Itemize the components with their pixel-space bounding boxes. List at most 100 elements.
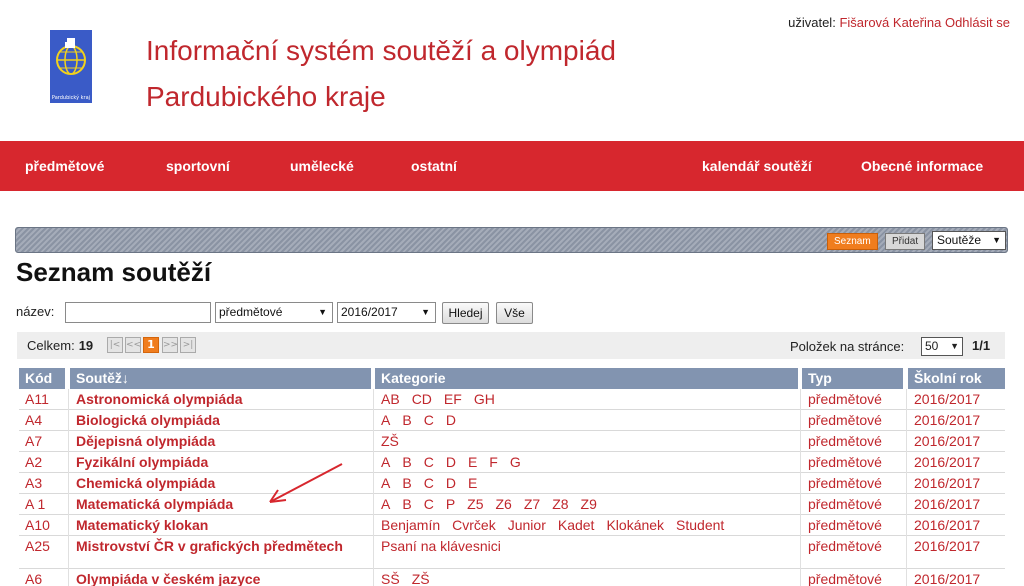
category-link[interactable]: B [402,496,411,512]
cell-type: předmětové [808,538,882,554]
category-link[interactable]: EF [444,391,462,407]
table-row[interactable]: A6 Olympiáda v českém jazyce SŠ ZŠ předmětov… [19,569,1005,586]
category-link[interactable]: A [381,475,390,491]
total-label: Celkem: [27,338,75,353]
col-header-type[interactable]: Typ [802,368,903,389]
category-link[interactable]: C [424,454,434,470]
year-filter-select[interactable]: 2016/2017 ▼ [337,302,436,323]
cell-name[interactable]: Biologická olympiáda [70,411,371,430]
type-filter-select[interactable]: předmětové ▼ [215,302,333,323]
user-name-link[interactable]: Fišarová Kateřina [839,15,941,30]
main-nav: předmětové sportovní umělecké ostatní ka… [0,141,1024,191]
nav-obecne-informace[interactable]: Obecné informace [861,141,983,191]
cell-name[interactable]: Olympiáda v českém jazyce [70,570,371,586]
category-link[interactable]: CD [412,391,432,407]
cell-year: 2016/2017 [914,538,981,554]
category-link[interactable]: G [510,454,521,470]
cell-code[interactable]: A25 [19,537,65,556]
per-page-select[interactable]: 50 ▼ [921,337,963,356]
category-link[interactable]: Z7 [524,496,540,512]
category-link[interactable]: E [468,475,477,491]
nav-kalendar-soutezi[interactable]: kalendář soutěží [702,141,812,191]
cell-code[interactable]: A11 [19,390,65,409]
category-link[interactable]: C [424,475,434,491]
category-link[interactable]: B [402,475,411,491]
col-header-year[interactable]: Školní rok [908,368,1005,389]
col-header-categories[interactable]: Kategorie [375,368,798,389]
category-link[interactable]: B [402,412,411,428]
cell-code[interactable]: A10 [19,516,65,535]
prev-page-button[interactable]: << [125,337,141,353]
module-select[interactable]: Soutěže ▼ [932,231,1006,250]
category-link[interactable]: A [381,454,390,470]
nav-umelecke[interactable]: umělecké [290,141,354,191]
last-page-button[interactable]: >| [180,337,196,353]
category-link[interactable]: D [446,412,456,428]
cell-code[interactable]: A2 [19,453,65,472]
logout-link[interactable]: Odhlásit se [945,15,1010,30]
category-link[interactable]: Z5 [467,496,483,512]
category-link[interactable]: Student [676,517,724,533]
cell-code[interactable]: A6 [19,570,65,586]
current-page-button[interactable]: 1 [143,337,159,353]
category-link[interactable]: Cvrček [452,517,496,533]
category-link[interactable]: Z6 [496,496,512,512]
column-divider [800,410,801,431]
cell-name[interactable]: Astronomická olympiáda [70,390,371,409]
category-link[interactable]: Psaní na klávesnici [381,538,501,554]
category-link[interactable]: A [381,496,390,512]
category-link[interactable]: D [446,454,456,470]
category-link[interactable]: A [381,412,390,428]
cell-type: předmětové [808,454,882,470]
pardubice-region-logo[interactable]: Pardubický kraj [50,30,92,103]
name-filter-input[interactable] [65,302,211,323]
nav-predmetove[interactable]: předmětové [25,141,104,191]
category-link[interactable]: C [424,496,434,512]
category-link[interactable]: ZŠ [412,571,430,586]
category-link[interactable]: F [489,454,498,470]
table-row[interactable]: A11 Astronomická olympiáda AB CD EF GH předmět… [19,389,1005,410]
category-link[interactable]: C [424,412,434,428]
cell-code[interactable]: A 1 [19,495,65,514]
category-link[interactable]: Z8 [552,496,568,512]
category-link[interactable]: AB [381,391,400,407]
cell-name[interactable]: Dějepisná olympiáda [70,432,371,451]
table-row[interactable]: A10 Matematický klokan Benjamín Cvrček Junio… [19,515,1005,536]
category-link[interactable]: Klokánek [606,517,664,533]
category-link[interactable]: Junior [508,517,546,533]
cell-year: 2016/2017 [914,475,981,491]
cell-categories: A B C P Z5 Z6 Z7 Z8 Z9 [375,495,798,514]
category-link[interactable]: E [468,454,477,470]
next-page-button[interactable]: >> [162,337,178,353]
category-link[interactable]: Benjamín [381,517,440,533]
table-row[interactable]: A 1 Matematická olympiáda A B C P Z5 Z6 Z7 Z8 Z9 př… [19,494,1005,515]
cell-code[interactable]: A4 [19,411,65,430]
col-header-name[interactable]: Soutěž↓ [70,368,371,389]
category-link[interactable]: Z9 [581,496,597,512]
category-link[interactable]: B [402,454,411,470]
nav-ostatni[interactable]: ostatní [411,141,457,191]
table-row[interactable]: A2 Fyzikální olympiáda A B C D E F Gpředmětové 20… [19,452,1005,473]
first-page-button[interactable]: |< [107,337,123,353]
show-all-button[interactable]: Vše [496,302,533,324]
seznam-button[interactable]: Seznam [827,233,878,250]
category-link[interactable]: P [446,496,455,512]
column-divider [800,473,801,494]
category-link[interactable]: Kadet [558,517,595,533]
table-row[interactable]: A3 Chemická olympiáda A B C D Epředmětové 2016/… [19,473,1005,494]
table-row[interactable]: A25 Mistrovství ČR v grafických předmětec… [19,536,1005,569]
table-row[interactable]: A4 Biologická olympiáda A B C Dpředmětové 2016… [19,410,1005,431]
search-button[interactable]: Hledej [442,302,489,324]
cell-name[interactable]: Mistrovství ČR v grafických předmětech [70,537,371,556]
category-link[interactable]: ZŠ [381,433,399,449]
pridat-button[interactable]: Přidat [885,233,926,250]
nav-sportovni[interactable]: sportovní [166,141,230,191]
table-row[interactable]: A7 Dějepisná olympiáda ZŠ předmětové 2016/20… [19,431,1005,452]
category-link[interactable]: SŠ [381,571,400,586]
col-header-code[interactable]: Kód [19,368,65,389]
category-link[interactable]: D [446,475,456,491]
cell-code[interactable]: A3 [19,474,65,493]
module-select-value: Soutěže [937,233,982,247]
cell-code[interactable]: A7 [19,432,65,451]
category-link[interactable]: GH [474,391,495,407]
